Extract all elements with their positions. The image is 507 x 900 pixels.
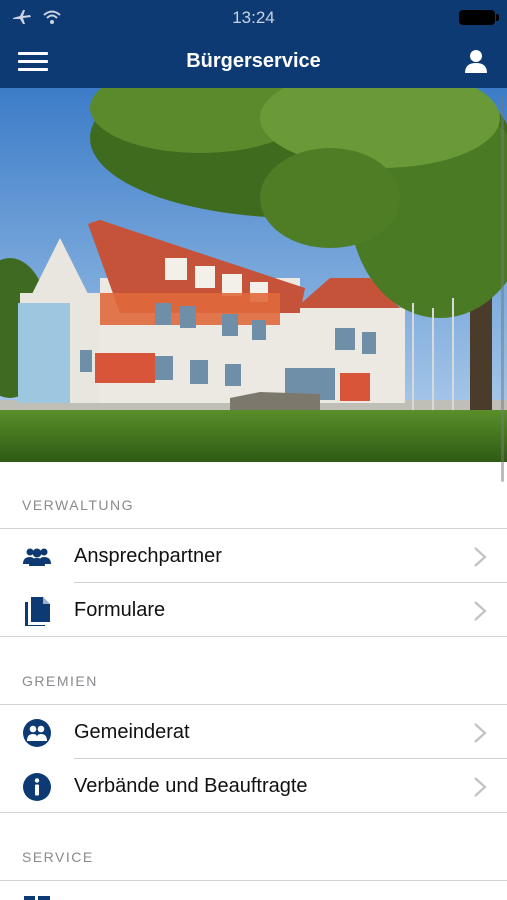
list-item-label: Verbände und Beauftragte bbox=[74, 775, 308, 797]
chevron-right-icon bbox=[474, 723, 487, 743]
battery-icon bbox=[459, 10, 499, 25]
info-icon bbox=[23, 773, 51, 801]
list-item-label: Ansprechpartner bbox=[74, 545, 222, 567]
hero-image bbox=[0, 88, 507, 462]
status-bar: 13:24 bbox=[0, 0, 507, 34]
list-item-verbaende[interactable]: Verbände und Beauftragte bbox=[0, 759, 507, 813]
scroll-indicator[interactable] bbox=[501, 96, 504, 482]
document-icon bbox=[25, 597, 50, 626]
user-profile-icon[interactable] bbox=[463, 48, 489, 74]
section-header-verwaltung: VERWALTUNG bbox=[22, 497, 134, 513]
list-item-formulare[interactable]: Formulare bbox=[0, 583, 507, 637]
list-item-gemeinderat[interactable]: Gemeinderat bbox=[0, 705, 507, 759]
people-icon bbox=[23, 548, 51, 566]
chevron-right-icon bbox=[474, 601, 487, 621]
book-icon bbox=[24, 896, 50, 900]
list-item-ansprechpartner[interactable]: Ansprechpartner bbox=[0, 529, 507, 583]
divider bbox=[0, 636, 507, 637]
nav-bar: Bürgerservice bbox=[0, 34, 507, 88]
list-item-label: Gemeinderat bbox=[74, 721, 190, 743]
list-item-label: Formulare bbox=[74, 599, 166, 621]
status-time: 13:24 bbox=[232, 8, 275, 27]
section-header-service: SERVICE bbox=[22, 849, 94, 865]
council-icon bbox=[23, 719, 51, 747]
list-item-service[interactable] bbox=[0, 881, 507, 900]
chevron-right-icon bbox=[474, 547, 487, 567]
top-bar: 13:24 Bürgerservice bbox=[0, 0, 507, 88]
divider bbox=[0, 812, 507, 813]
page-title: Bürgerservice bbox=[186, 50, 321, 72]
section-header-gremien: GREMIEN bbox=[22, 673, 98, 689]
chevron-right-icon bbox=[474, 777, 487, 797]
